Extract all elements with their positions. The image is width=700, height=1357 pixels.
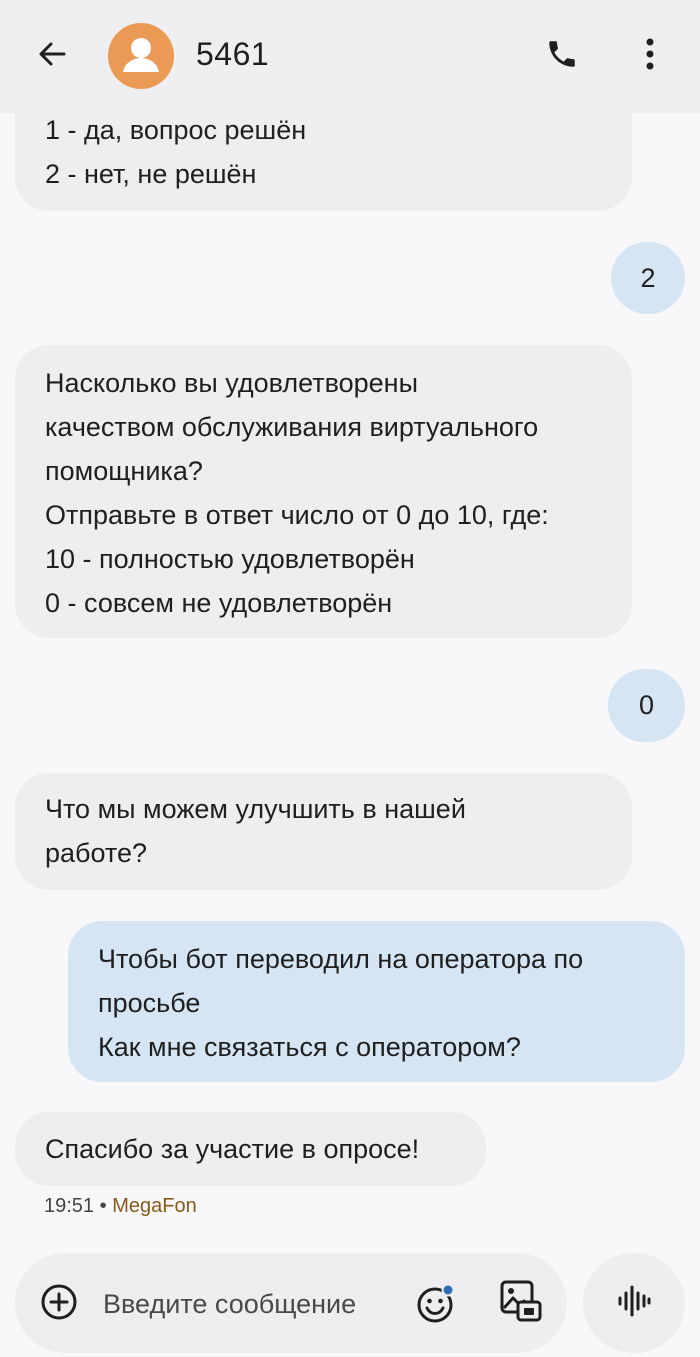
message-line: помощника? bbox=[45, 456, 203, 486]
meta-separator: • bbox=[99, 1195, 107, 1217]
gallery-button[interactable] bbox=[497, 1279, 545, 1327]
message-line: качеством обслуживания виртуального bbox=[45, 412, 539, 442]
message-time: 19:51 bbox=[44, 1195, 95, 1217]
back-button[interactable] bbox=[30, 34, 74, 78]
carrier-label: MegaFon bbox=[112, 1195, 197, 1217]
message-bubble-incoming[interactable]: Что мы можем улучшить в нашей работе? bbox=[15, 773, 632, 890]
message-line: Отправьте в ответ число от 0 до 10, где: bbox=[45, 500, 549, 530]
message-line: Чтобы бот переводил на оператора по bbox=[98, 944, 584, 974]
voice-message-button[interactable] bbox=[583, 1253, 685, 1353]
message-line: 0 - совсем не удовлетворён bbox=[45, 588, 393, 618]
message-bubble-outgoing[interactable]: 2 bbox=[611, 242, 685, 314]
message-line: 2 bbox=[640, 263, 656, 293]
message-line: Как мне связаться с оператором? bbox=[98, 1032, 521, 1062]
message-bubble-incoming[interactable]: Насколько вы удовлетворены качеством обс… bbox=[15, 345, 632, 638]
arrow-back-icon bbox=[36, 38, 68, 75]
message-line: 10 - полностью удовлетворён bbox=[45, 544, 415, 574]
more-options-button[interactable] bbox=[630, 34, 670, 78]
message-bubble-incoming[interactable]: Спасибо за участие в опросе! bbox=[15, 1112, 486, 1186]
emoji-button[interactable] bbox=[415, 1283, 459, 1327]
message-line: Насколько вы удовлетворены bbox=[45, 368, 419, 398]
conversation-header: 5461 bbox=[0, 0, 700, 113]
add-attachment-button[interactable] bbox=[39, 1284, 79, 1324]
phone-icon bbox=[545, 37, 579, 76]
message-line: работе? bbox=[45, 838, 148, 868]
more-vert-icon bbox=[645, 37, 655, 76]
message-composer bbox=[15, 1253, 567, 1353]
message-line: 1 - да, вопрос решён bbox=[45, 115, 307, 145]
voice-waveform-icon bbox=[616, 1283, 652, 1324]
add-circle-icon bbox=[40, 1283, 78, 1326]
message-line: просьбе bbox=[98, 988, 201, 1018]
message-line: Что мы можем улучшить в нашей bbox=[45, 794, 466, 824]
message-bubble-outgoing[interactable]: 0 bbox=[608, 669, 685, 742]
message-input[interactable] bbox=[103, 1283, 403, 1325]
message-line: 0 bbox=[638, 690, 655, 720]
avatar[interactable] bbox=[108, 23, 174, 89]
message-meta: 19:51 • MegaFon bbox=[44, 1195, 197, 1218]
contact-name[interactable]: 5461 bbox=[196, 36, 269, 73]
gallery-icon bbox=[498, 1278, 544, 1329]
emoji-icon bbox=[415, 1281, 459, 1330]
message-line: Спасибо за участие в опросе! bbox=[45, 1134, 420, 1164]
message-bubble-outgoing[interactable]: Чтобы бот переводил на оператора по прос… bbox=[68, 921, 685, 1082]
call-button[interactable] bbox=[540, 34, 584, 78]
message-line: 2 - нет, не решён bbox=[45, 159, 257, 189]
